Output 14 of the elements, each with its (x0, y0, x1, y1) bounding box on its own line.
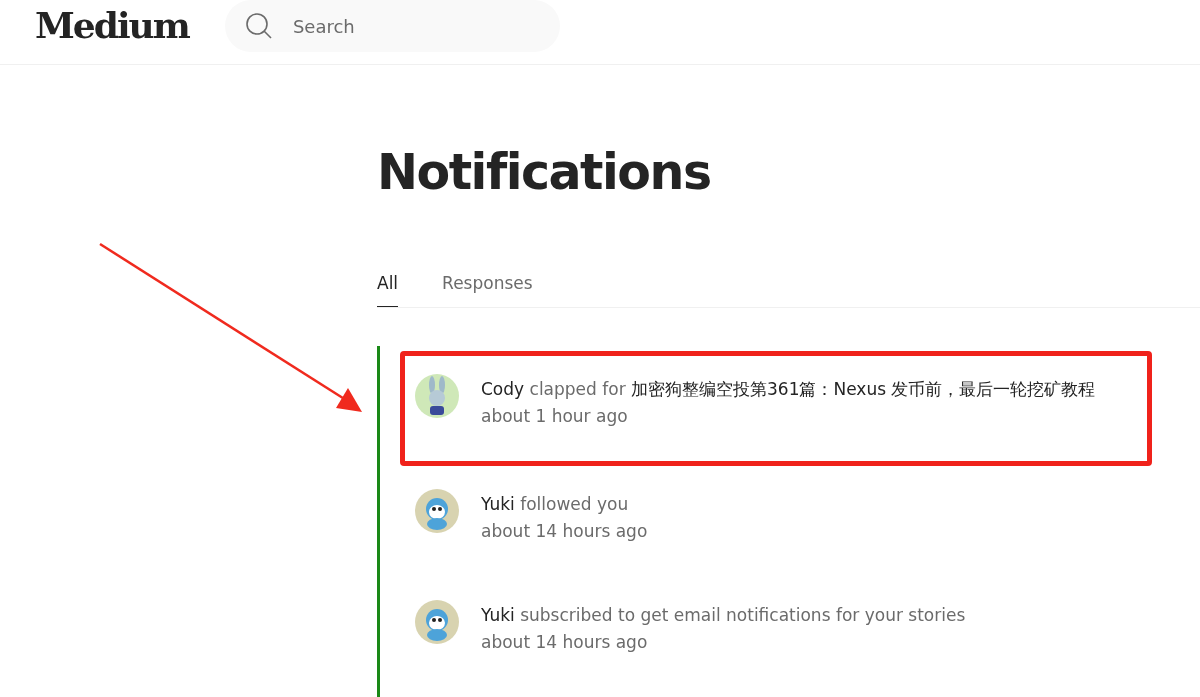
search-input[interactable]: Search (290, 14, 520, 38)
logo[interactable]: Medium (35, 4, 189, 46)
timestamp: about 1 hour ago (481, 405, 629, 428)
notification-text[interactable]: Yuki subscribed to get email notifications for your stories (481, 602, 966, 628)
search-icon (244, 12, 273, 40)
tab[interactable]: Responses (442, 269, 533, 307)
timestamp: about 14 hours ago (481, 520, 648, 543)
search-field[interactable]: Search (224, 0, 560, 52)
tab[interactable]: All (377, 269, 399, 307)
avatar-icon[interactable] (415, 374, 459, 418)
notification-text[interactable]: Yuki followed you (481, 491, 648, 517)
page-title: Notifications (377, 143, 712, 203)
timestamp: about 14 hours ago (481, 631, 649, 654)
notification-text[interactable]: Cody clapped for 加密狗整编空投第361篇：Nexus 发币前，最后一轮挖矿教程 (481, 376, 1096, 402)
